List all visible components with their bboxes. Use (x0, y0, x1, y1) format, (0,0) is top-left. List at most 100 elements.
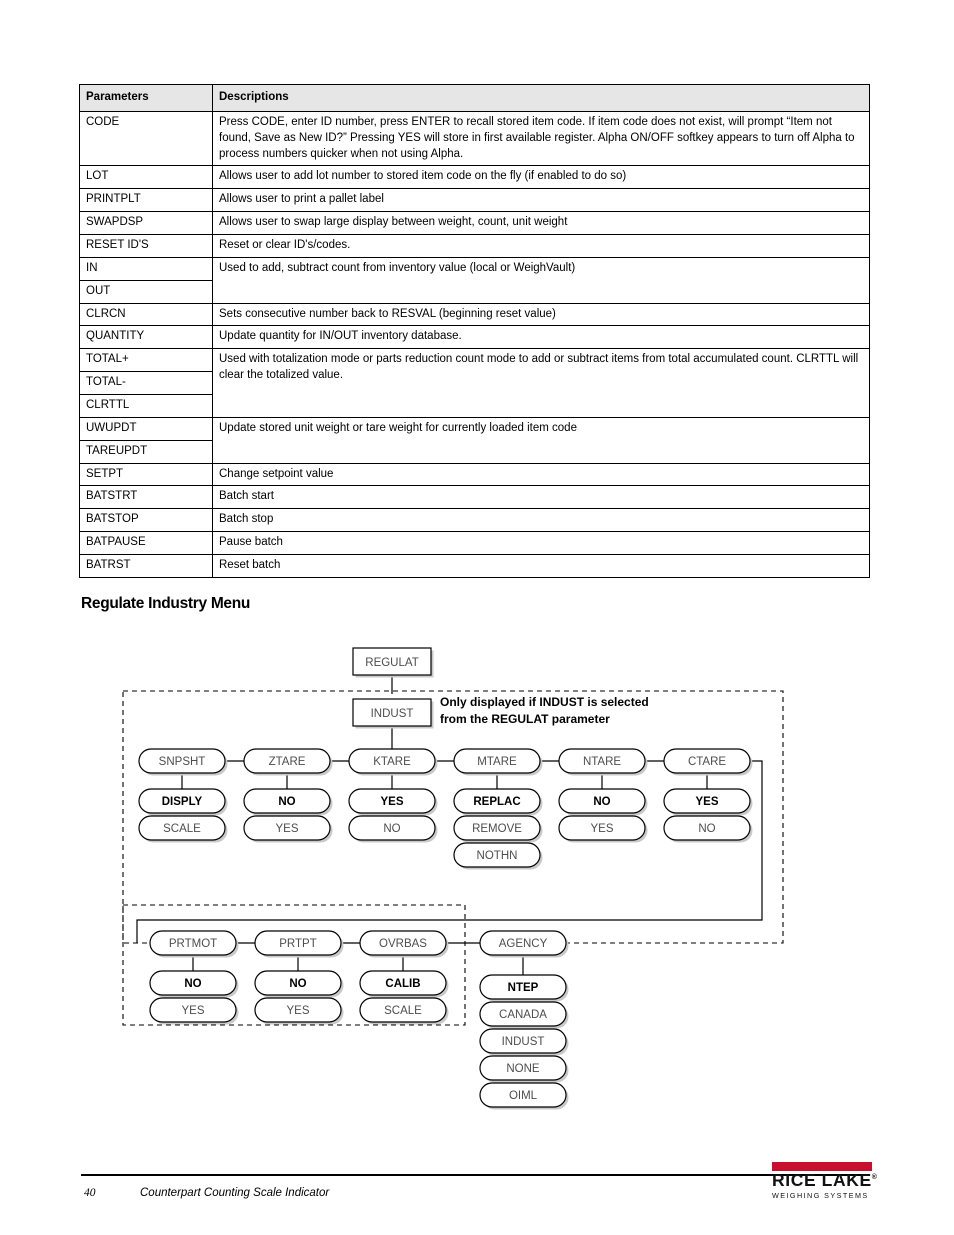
option-ktare-yes[interactable]: YES (348, 788, 438, 816)
param-cell: CODE (79, 110, 213, 167)
option-prtpt-yes[interactable]: YES (254, 997, 344, 1025)
note-line-2: from the REGULAT parameter (440, 712, 610, 726)
desc-cell: Sets consecutive number back to RESVAL (… (212, 302, 870, 327)
table-row: PRINTPLT Allows user to print a pallet l… (79, 188, 870, 213)
param-cell: CLRCN (79, 302, 213, 327)
table-row: SETPT Change setpoint value (79, 462, 870, 487)
node-label: CTARE (688, 756, 726, 768)
desc-cell: Press CODE, enter ID number, press ENTER… (212, 110, 870, 167)
option-ctare-no[interactable]: NO (663, 815, 753, 843)
table-row: LOT Allows user to add lot number to sto… (79, 165, 870, 190)
node-regulat[interactable]: REGULAT (352, 647, 434, 678)
node-label: NTEP (508, 982, 539, 994)
table-row: UWUPDT Update stored unit weight or tare… (79, 416, 870, 464)
node-label: SCALE (163, 823, 201, 835)
table-row: IN Used to add, subtract count from inve… (79, 256, 870, 304)
node-snpsht[interactable]: SNPSHT (138, 748, 228, 776)
option-agency-canada[interactable]: CANADA (479, 1001, 569, 1029)
node-label: MTARE (477, 756, 517, 768)
node-indust[interactable]: INDUST (352, 698, 434, 729)
footer-page-number: 40 (84, 1187, 96, 1199)
param-cell: TAREUPDT (79, 439, 213, 464)
page-title: Regulate Industry Menu (81, 595, 251, 612)
option-ntare-yes[interactable]: YES (558, 815, 648, 843)
node-label: INDUST (371, 708, 414, 720)
option-mtare-nothn[interactable]: NOTHN (453, 842, 543, 870)
node-label: NO (184, 978, 201, 990)
node-label: PRTMOT (169, 938, 217, 950)
option-ovrbas-scale[interactable]: SCALE (359, 997, 449, 1025)
node-label: REPLAC (473, 796, 520, 808)
table-row: TOTAL+ Used with totalization mode or pa… (79, 348, 870, 418)
option-agency-none[interactable]: NONE (479, 1055, 569, 1083)
option-ztare-yes[interactable]: YES (243, 815, 333, 843)
table-body: CODE Press CODE, enter ID number, press … (79, 110, 870, 578)
registered-mark-icon: ® (871, 1174, 878, 1182)
option-ktare-no[interactable]: NO (348, 815, 438, 843)
node-ktare[interactable]: KTARE (348, 748, 438, 776)
table-row: CLRCN Sets consecutive number back to RE… (79, 302, 870, 327)
desc-cell: Reset or clear ID's/codes. (212, 234, 870, 258)
param-cell: OUT (79, 279, 213, 304)
desc-cell: Allows user to swap large display betwee… (212, 211, 870, 236)
node-label: PRTPT (279, 938, 317, 950)
node-prtpt[interactable]: PRTPT (254, 930, 344, 958)
desc-cell: Pause batch (212, 531, 870, 556)
node-ovrbas[interactable]: OVRBAS (359, 930, 449, 958)
option-ztare-no[interactable]: NO (243, 788, 333, 816)
desc-cell: Used with totalization mode or parts red… (212, 348, 870, 418)
node-label: NOTHN (477, 850, 518, 862)
node-label: YES (380, 796, 403, 808)
param-cell: QUANTITY (79, 325, 213, 350)
node-label: YES (695, 796, 718, 808)
node-mtare[interactable]: MTARE (453, 748, 543, 776)
logo-tagline: WEIGHING SYSTEMS (772, 1190, 869, 1200)
option-agency-ntep[interactable]: NTEP (479, 974, 569, 1002)
desc-cell: Batch stop (212, 508, 870, 533)
desc-cell: Update quantity for IN/OUT inventory dat… (212, 325, 870, 350)
param-cell: UWUPDT (79, 416, 213, 441)
indust-note: Only displayed if INDUST is selected fro… (440, 695, 649, 726)
table-header-row: Parameters Descriptions (79, 84, 870, 112)
option-agency-indust[interactable]: INDUST (479, 1028, 569, 1056)
param-cell: LOT (79, 165, 213, 190)
node-ctare[interactable]: CTARE (663, 748, 753, 776)
node-label: ZTARE (269, 756, 306, 768)
node-label: NO (698, 823, 715, 835)
node-label: SNPSHT (159, 756, 206, 768)
node-label: CALIB (385, 978, 420, 990)
param-cell: SWAPDSP (79, 211, 213, 236)
logo-wordmark-text: RICE LAKE (772, 1170, 872, 1190)
node-ntare[interactable]: NTARE (558, 748, 648, 776)
option-prtpt-no[interactable]: NO (254, 970, 344, 998)
note-line-1: Only displayed if INDUST is selected (440, 695, 649, 709)
param-cell: TOTAL- (79, 371, 213, 396)
desc-cell: Batch start (212, 485, 870, 510)
option-agency-oiml[interactable]: OIML (479, 1082, 569, 1110)
node-label: YES (181, 1005, 204, 1017)
option-prtmot-yes[interactable]: YES (149, 997, 239, 1025)
option-prtmot-no[interactable]: NO (149, 970, 239, 998)
option-snpsht-disply[interactable]: DISPLY (138, 788, 228, 816)
logo-wordmark: RICE LAKE® (772, 1170, 877, 1190)
param-cell: IN (79, 256, 213, 281)
node-label: NO (289, 978, 306, 990)
node-label: DISPLY (162, 796, 203, 808)
desc-cell: Update stored unit weight or tare weight… (212, 416, 870, 464)
option-mtare-replac[interactable]: REPLAC (453, 788, 543, 816)
parameters-table-container: Parameters Descriptions CODE Press CODE,… (79, 84, 870, 578)
node-prtmot[interactable]: PRTMOT (149, 930, 239, 958)
option-ntare-no[interactable]: NO (558, 788, 648, 816)
option-ctare-yes[interactable]: YES (663, 788, 753, 816)
footer-divider (81, 1174, 870, 1176)
option-snpsht-scale[interactable]: SCALE (138, 815, 228, 843)
node-label: REMOVE (472, 823, 522, 835)
node-agency[interactable]: AGENCY (479, 930, 569, 958)
node-ztare[interactable]: ZTARE (243, 748, 333, 776)
column-header-descriptions: Descriptions (212, 84, 870, 112)
option-ovrbas-calib[interactable]: CALIB (359, 970, 449, 998)
node-label: SCALE (384, 1005, 422, 1017)
param-cell: BATSTRT (79, 485, 213, 510)
option-mtare-remove[interactable]: REMOVE (453, 815, 543, 843)
node-label: OIML (509, 1090, 538, 1102)
